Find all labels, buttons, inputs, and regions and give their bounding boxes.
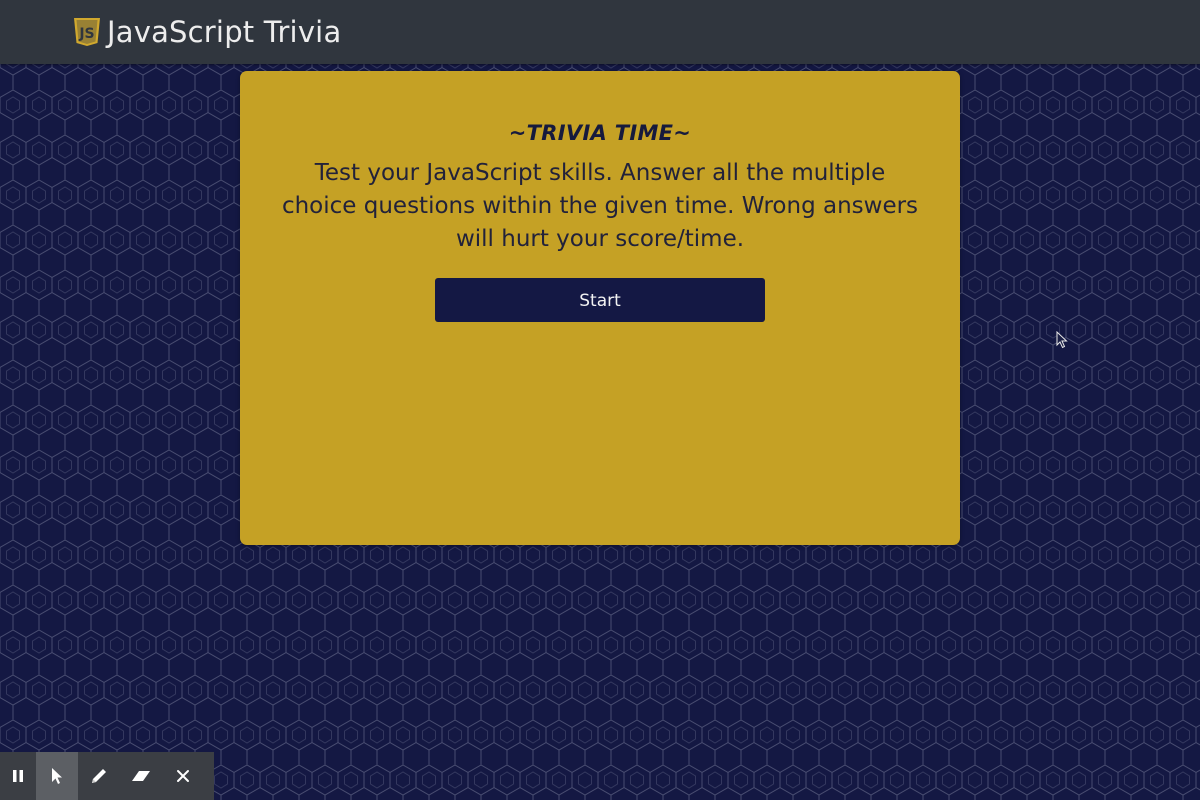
pointer-icon	[52, 768, 62, 784]
eraser-tool-button[interactable]	[120, 752, 162, 800]
annotation-toolbar	[0, 752, 214, 800]
eraser-icon	[132, 771, 150, 781]
pointer-tool-button[interactable]	[36, 752, 78, 800]
trivia-intro-card: ~TRIVIA TIME~ Test your JavaScript skill…	[240, 71, 960, 545]
app-header: JS JavaScript Trivia	[0, 0, 1200, 64]
start-button[interactable]: Start	[435, 278, 765, 322]
close-toolbar-button[interactable]	[162, 752, 204, 800]
pen-icon	[92, 769, 106, 783]
close-icon	[177, 770, 189, 782]
pause-button[interactable]	[0, 752, 36, 800]
app-title: JavaScript Trivia	[107, 15, 342, 49]
javascript-shield-icon: JS	[74, 18, 100, 46]
pen-tool-button[interactable]	[78, 752, 120, 800]
card-description: Test your JavaScript skills. Answer all …	[281, 160, 919, 252]
pause-icon	[13, 770, 23, 782]
card-heading: ~TRIVIA TIME~	[508, 121, 692, 145]
svg-text:JS: JS	[78, 26, 94, 42]
mouse-cursor-icon	[1056, 331, 1068, 349]
